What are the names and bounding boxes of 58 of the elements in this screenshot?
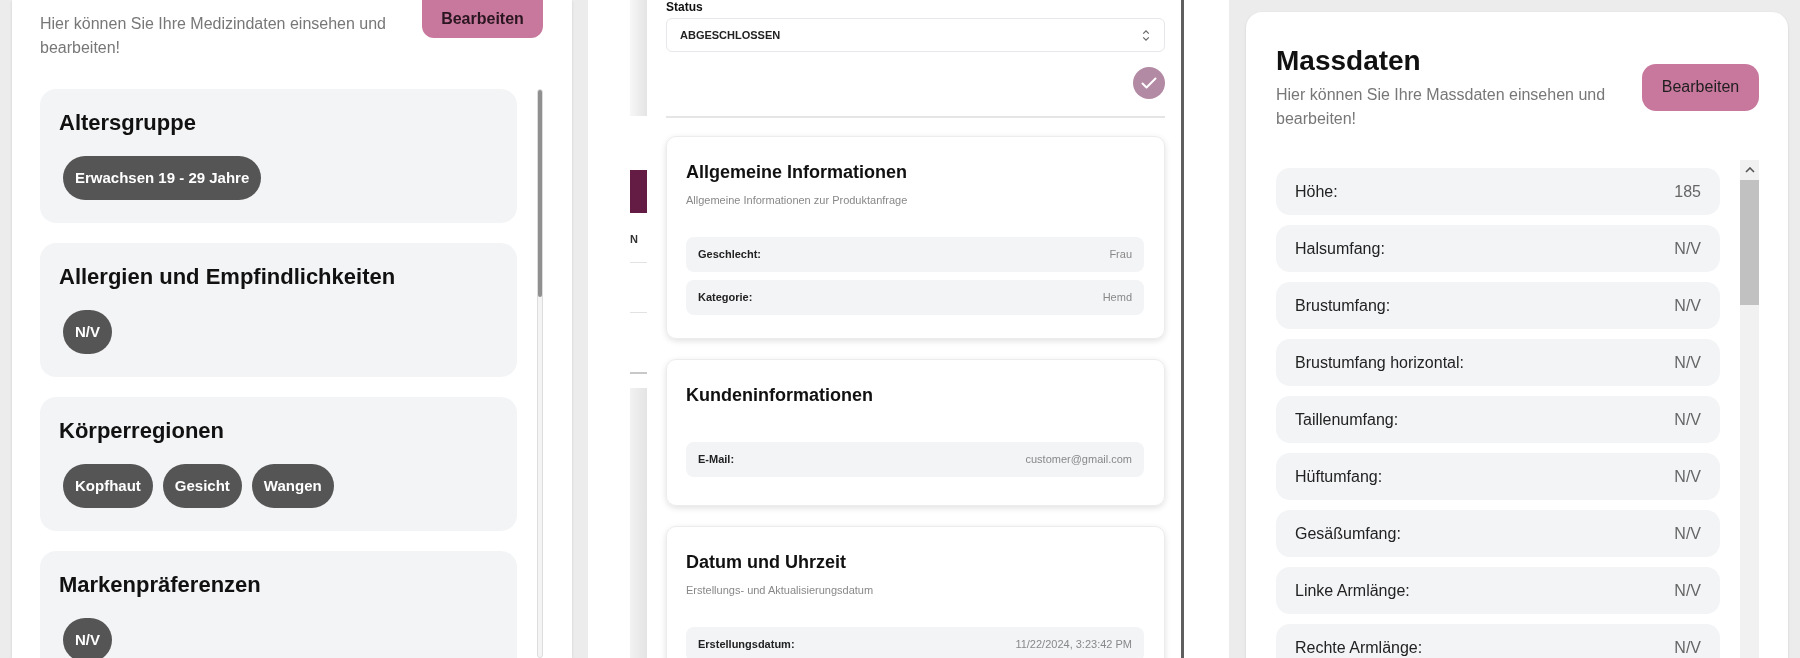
panel-title: Massdaten: [1276, 44, 1422, 78]
measurement-value: N/V: [1674, 410, 1701, 429]
check-icon: [1141, 77, 1157, 89]
field-label: Kategorie:: [698, 290, 753, 306]
edit-button[interactable]: Bearbeiten: [422, 0, 543, 38]
scrollbar-thumb[interactable]: [1740, 180, 1759, 305]
measurement-value: N/V: [1674, 353, 1701, 372]
measurement-label: Gesäßumfang:: [1295, 524, 1401, 543]
tag: Kopfhaut: [63, 464, 153, 508]
status-label: Status: [666, 0, 704, 14]
measurement-value: 185: [1674, 182, 1701, 201]
measurement-label: Linke Armlänge:: [1295, 581, 1410, 600]
panel-description: Hier können Sie Ihre Medizindaten einsehen und bearbeiten!: [40, 14, 387, 58]
card-title: Kundeninformationen: [686, 384, 874, 407]
measurement-value: N/V: [1674, 524, 1701, 543]
tag: N/V: [63, 618, 112, 658]
field-label: Erstellungsdatum:: [698, 637, 795, 653]
column-header: N: [630, 232, 639, 246]
chevron-up-icon: [1744, 167, 1755, 173]
scrollbar-track[interactable]: [537, 89, 543, 658]
measurement-value: N/V: [1674, 239, 1701, 258]
tag: N/V: [63, 310, 112, 354]
measurement-value: N/V: [1674, 467, 1701, 486]
confirm-button[interactable]: [1133, 67, 1165, 99]
field-label: Geschlecht:: [698, 247, 761, 263]
scrollbar-track[interactable]: [1740, 160, 1759, 658]
measurement-value: N/V: [1674, 638, 1701, 657]
measurement-label: Brustumfang:: [1295, 296, 1391, 315]
field-value: customer@gmail.com: [1025, 452, 1132, 468]
tag: Wangen: [251, 464, 334, 508]
measurement-label: Hüftumfang:: [1295, 467, 1383, 486]
field-label: E-Mail:: [698, 452, 735, 468]
field-value: 11/22/2024, 3:23:42 PM: [1015, 637, 1132, 653]
scrollbar-thumb[interactable]: [538, 90, 542, 297]
section-title: Altersgruppe: [59, 109, 197, 137]
tag: Gesicht: [162, 464, 242, 508]
measurement-label: Rechte Armlänge:: [1295, 638, 1423, 657]
header-bar: [630, 170, 647, 213]
section-title: Allergien und Empfindlichkeiten: [59, 263, 397, 291]
edit-button[interactable]: Bearbeiten: [1642, 63, 1759, 111]
measurement-label: Halsumfang:: [1295, 239, 1385, 258]
field-value: Frau: [1109, 247, 1132, 263]
measurement-label: Taillenumfang:: [1295, 410, 1399, 429]
card-subtitle: Erstellungs- und Aktualisierungsdatum: [686, 583, 875, 598]
card-subtitle: Allgemeine Informationen zur Produktanfrage: [686, 193, 909, 208]
measurement-value: N/V: [1674, 296, 1701, 315]
tag: Erwachsen 19 - 29 Jahre: [63, 156, 262, 200]
card-title: Datum und Uhrzeit: [686, 551, 847, 574]
card-title: Allgemeine Informationen: [686, 161, 909, 184]
measurement-label: Brustumfang horizontal:: [1295, 353, 1464, 372]
measurement-value: N/V: [1674, 581, 1701, 600]
chevron-up-down-icon: [1142, 28, 1150, 42]
section-title: Markenpräferenzen: [59, 571, 262, 599]
section-title: Körperregionen: [59, 417, 226, 445]
field-value: Hemd: [1102, 290, 1132, 306]
status-select[interactable]: ABGESCHLOSSEN: [666, 18, 1165, 52]
measurement-label: Höhe:: [1295, 182, 1338, 201]
panel-description: Hier können Sie Ihre Massdaten einsehen und bearbeiten!: [1276, 85, 1607, 129]
